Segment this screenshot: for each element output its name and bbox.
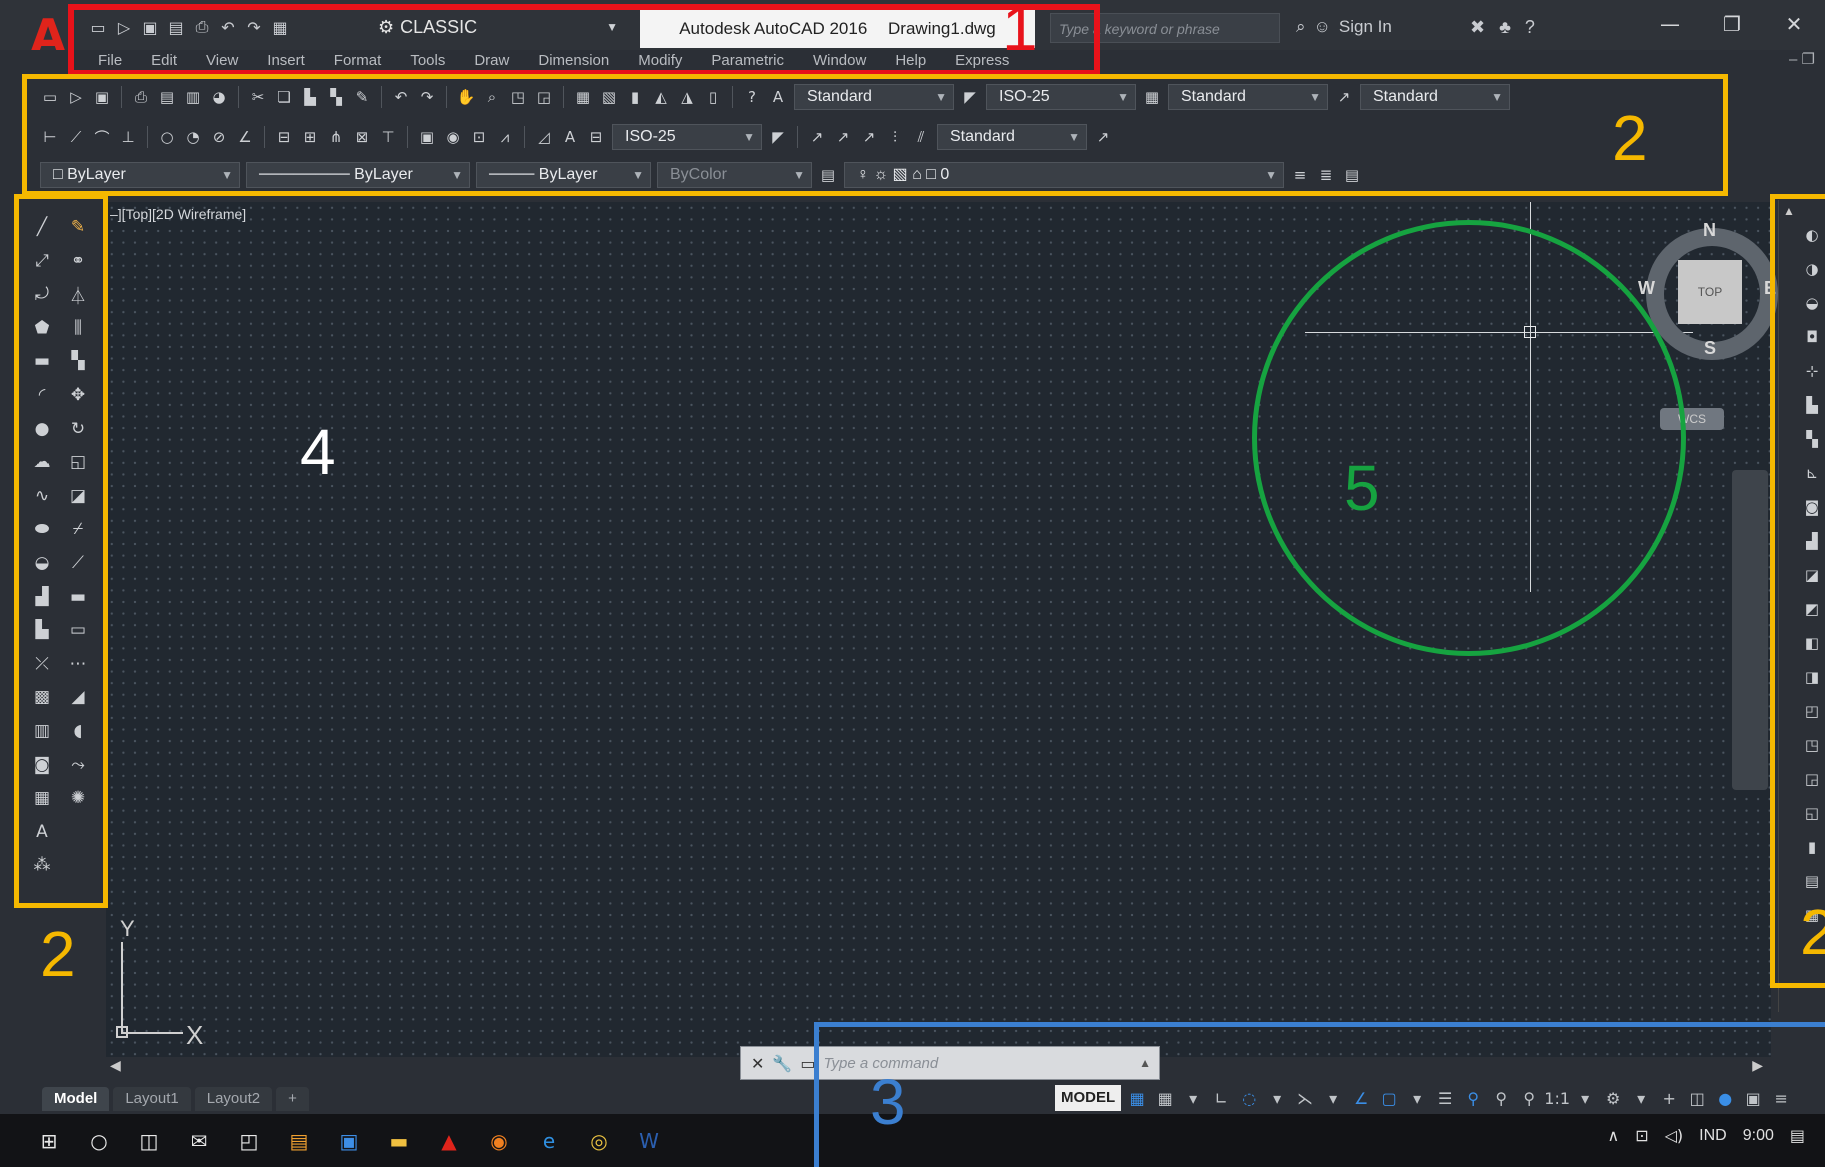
compass-west[interactable]: W <box>1638 278 1655 299</box>
store-icon[interactable]: ◰ <box>234 1126 264 1156</box>
annotation-label-5: 5 <box>1344 452 1380 524</box>
tab-add[interactable]: + <box>276 1087 309 1111</box>
annotation-label-2-top: 2 <box>1612 102 1648 174</box>
ucs-y-axis <box>121 942 123 1034</box>
annotation-label-4: 4 <box>300 416 336 488</box>
title-bar-extras: ✖ ♣ ? <box>1470 12 1535 42</box>
task-view-icon[interactable]: ◫ <box>134 1126 164 1156</box>
annotation-label-3: 3 <box>870 1066 906 1138</box>
ucs-y-label: Y <box>120 916 135 941</box>
binoculars-icon[interactable]: ⌕ <box>1296 12 1306 42</box>
taskbar-apps: ⊞ ○ ◫ ✉ ◰ ▤ ▣ ▬ ▲ ◉ e ◎ W <box>34 1126 664 1156</box>
firefox-icon[interactable]: ◉ <box>484 1126 514 1156</box>
window-controls: — ❐ ✕ <box>1639 6 1825 42</box>
mail-icon[interactable]: ✉ <box>184 1126 214 1156</box>
a360-icon[interactable]: ♣ <box>1499 12 1511 42</box>
annotation-box-2-toolbars <box>22 74 1728 196</box>
notes-icon[interactable]: ▤ <box>284 1126 314 1156</box>
navigation-bar[interactable] <box>1732 470 1768 790</box>
tab-model[interactable]: Model <box>42 1087 110 1111</box>
restore-icon[interactable]: ❐ <box>1701 6 1763 42</box>
viewcube-face[interactable]: TOP <box>1678 260 1742 324</box>
search-icon[interactable]: ○ <box>84 1126 114 1156</box>
file-explorer-icon[interactable]: ▬ <box>384 1126 414 1156</box>
close-icon[interactable]: ✕ <box>751 1054 764 1073</box>
edge-icon[interactable]: e <box>534 1126 564 1156</box>
help-icon[interactable]: ? <box>1525 12 1535 42</box>
document-window-controls[interactable]: – ❐ <box>1789 50 1815 70</box>
annotation-label-2-right: 2 <box>1800 896 1825 968</box>
exchange-apps-icon[interactable]: ✖ <box>1470 12 1485 42</box>
annotation-box-3 <box>814 1022 1825 1167</box>
tab-layout1[interactable]: Layout1 <box>113 1087 191 1111</box>
wrench-icon[interactable]: 🔧 <box>772 1054 792 1073</box>
viewport-controls[interactable]: –][Top][2D Wireframe] <box>110 206 246 222</box>
photoshop-icon[interactable]: ▣ <box>334 1126 364 1156</box>
annotation-box-1 <box>68 4 1100 76</box>
annotation-box-2-right <box>1770 194 1825 988</box>
autocad-window: A ▭ ▷ ▣ ▤ ⎙ ↶ ↷ ▦ ⚙ CLASSIC ▼ Autodesk A… <box>0 0 1825 1167</box>
user-icon: ☺ <box>1313 17 1331 36</box>
ucs-x-axis <box>121 1032 183 1034</box>
word-icon[interactable]: W <box>634 1126 664 1156</box>
autocad-icon[interactable]: ▲ <box>434 1126 464 1156</box>
annotation-circle-5 <box>1252 220 1686 656</box>
scroll-left-icon[interactable]: ◀ <box>110 1057 121 1074</box>
chrome-icon[interactable]: ◎ <box>584 1126 614 1156</box>
layout-tabs: Model Layout1 Layout2 + <box>42 1087 309 1111</box>
sign-in-button[interactable]: ⌕ ☺ Sign In <box>1296 12 1392 42</box>
annotation-label-1: 1 <box>1002 0 1038 64</box>
minimize-icon[interactable]: — <box>1639 6 1701 42</box>
compass-north[interactable]: N <box>1703 220 1716 241</box>
annotation-label-2-left: 2 <box>40 918 76 990</box>
windows-start-icon[interactable]: ⊞ <box>34 1126 64 1156</box>
compass-south[interactable]: S <box>1704 338 1716 359</box>
close-icon[interactable]: ✕ <box>1763 6 1825 42</box>
ucs-origin <box>116 1026 128 1038</box>
annotation-box-2-left <box>14 194 108 908</box>
ucs-x-label: X <box>186 1020 204 1050</box>
sign-in-label: Sign In <box>1338 17 1392 36</box>
tab-layout2[interactable]: Layout2 <box>194 1087 273 1111</box>
